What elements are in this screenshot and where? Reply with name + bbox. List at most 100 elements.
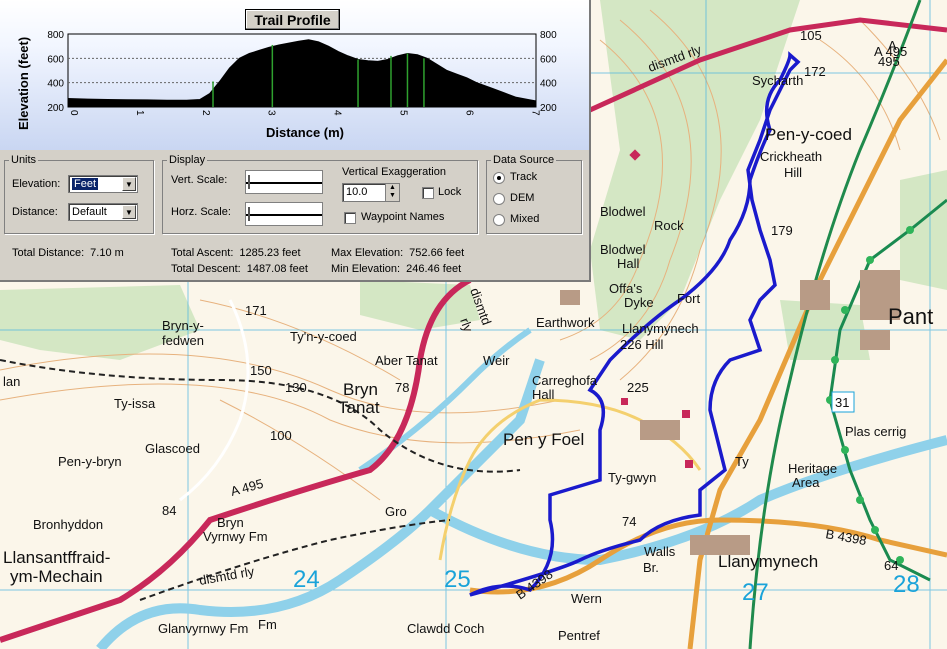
y-tick-label-right: 400 xyxy=(540,79,557,90)
distance-select-value: Default xyxy=(72,206,107,218)
map-label-bryn: Bryn xyxy=(343,380,378,399)
map-label-pentref: Pentref xyxy=(558,628,600,643)
x-tick-label: 7 xyxy=(529,110,540,116)
spinner-icon[interactable]: ▲ ▼ xyxy=(385,184,399,201)
map-label-llansantffraid: Llansantffraid- xyxy=(3,548,110,567)
y-tick-label-right: 600 xyxy=(540,54,557,65)
spot-height-172: 172 xyxy=(804,64,826,79)
chevron-down-icon[interactable]: ▼ xyxy=(122,177,136,191)
max-elevation: Max Elevation: 752.66 feet xyxy=(331,247,465,259)
total-distance: Total Distance: 7.10 m xyxy=(12,247,124,259)
lock-checkbox[interactable] xyxy=(422,187,434,199)
lock-label: Lock xyxy=(438,186,462,198)
elevation-profile: Trail Profile Elevation (feet) Distance … xyxy=(0,0,589,150)
elevation-label: Elevation: xyxy=(12,178,61,190)
map-label-fedwen: fedwen xyxy=(162,333,204,348)
map-label-carreghofa: Carreghofa xyxy=(532,373,598,388)
map-label-fort: Fort xyxy=(677,291,701,306)
map-label-bryn-2: Bryn xyxy=(217,515,244,530)
vertical-exaggeration-value: 10.0 xyxy=(346,186,368,198)
y-tick-label: 400 xyxy=(47,79,64,90)
map-label-carreghofa-hall: Hall xyxy=(532,387,555,402)
map-label-ty-issa: Ty-issa xyxy=(114,396,156,411)
map-label-area: Area xyxy=(792,475,820,490)
grid-number-25: 25 xyxy=(444,566,471,593)
map-label-pen-y-bryn: Pen-y-bryn xyxy=(58,454,122,469)
road-number-a: A xyxy=(888,38,897,53)
grid-number-28: 28 xyxy=(893,571,920,598)
slider-thumb[interactable] xyxy=(248,207,250,221)
elevation-select-value: Feet xyxy=(72,178,99,190)
x-tick-label: 6 xyxy=(463,110,474,116)
map-label-wern: Wern xyxy=(571,591,602,606)
y-tick-label: 600 xyxy=(47,54,64,65)
vert-scale-slider[interactable] xyxy=(245,170,323,194)
map-label-bronhyddon: Bronhyddon xyxy=(33,517,103,532)
spot-height-225: 225 xyxy=(627,380,649,395)
map-label-rock: Rock xyxy=(654,218,684,233)
radio-mixed-label: Mixed xyxy=(510,213,540,225)
radio-dem-label: DEM xyxy=(510,192,535,204)
radio-dem[interactable] xyxy=(493,193,505,205)
contour-label-100: 100 xyxy=(270,428,292,443)
total-descent: Total Descent: 1487.08 feet xyxy=(171,263,308,275)
x-tick-label: 4 xyxy=(332,110,343,116)
map-label-fm: Fm xyxy=(258,617,277,632)
radio-track[interactable] xyxy=(493,172,505,184)
map-label-bryn-y: Bryn-y- xyxy=(162,318,204,333)
units-legend: Units xyxy=(11,154,37,166)
vertical-exaggeration-label: Vertical Exaggeration xyxy=(342,166,446,178)
elevation-area xyxy=(67,39,537,108)
distance-select[interactable]: Default ▼ xyxy=(68,203,138,221)
map-label-pen-y-coed: Pen-y-coed xyxy=(765,125,852,144)
chevron-down-icon[interactable]: ▼ xyxy=(122,205,136,219)
map-label-llanymynech-hill: Llanymynech xyxy=(622,321,699,336)
min-elevation: Min Elevation: 246.46 feet xyxy=(331,263,462,275)
spot-height-78: 78 xyxy=(395,380,409,395)
map-label-crickheath: Crickheath xyxy=(760,149,822,164)
contour-label-130: 130 xyxy=(285,380,307,395)
x-tick-label: 0 xyxy=(68,110,79,116)
display-legend: Display xyxy=(169,154,206,166)
vertical-exaggeration-input[interactable]: 10.0 ▲ ▼ xyxy=(342,183,400,202)
map-label-226-hill: 226 Hill xyxy=(620,337,663,352)
map-label-walls: Walls xyxy=(644,544,676,559)
horz-scale-label: Horz. Scale: xyxy=(171,206,231,218)
y-tick-label-right: 800 xyxy=(540,30,557,41)
spot-height-105: 105 xyxy=(800,28,822,43)
map-label-weir: Weir xyxy=(483,353,510,368)
profile-chart: 800 800 600 600 400 400 200 200 0 1 2 3 4 5 6 7 xyxy=(47,30,557,116)
spot-height-74: 74 xyxy=(622,514,636,529)
map-label-clawdd-coch: Clawdd Coch xyxy=(407,621,484,636)
contour-label-150: 150 xyxy=(250,363,272,378)
radio-mixed[interactable] xyxy=(493,214,505,226)
x-tick-label: 1 xyxy=(134,110,145,116)
map-label-lan: lan xyxy=(3,374,20,389)
map-label-heritage: Heritage xyxy=(788,461,837,476)
map-label-hill: Hill xyxy=(784,165,802,180)
road-number-31: 31 xyxy=(835,395,849,410)
waypoint-names-label: Waypoint Names xyxy=(361,211,445,223)
map-label-tanat: Tanat xyxy=(338,398,380,417)
y-tick-label-right: 200 xyxy=(540,103,557,114)
spot-height-179: 179 xyxy=(771,223,793,238)
x-tick-label: 3 xyxy=(266,110,277,116)
map-label-earthwork: Earthwork xyxy=(536,315,595,330)
map-label-ty-gwyn: Ty-gwyn xyxy=(608,470,656,485)
map-label-plas-cerrig: Plas cerrig xyxy=(845,424,906,439)
trail-profile-window[interactable]: Trail Profile Elevation (feet) Distance … xyxy=(0,0,591,282)
map-label-llanymynech: Llanymynech xyxy=(718,552,818,571)
grid-number-24: 24 xyxy=(293,566,320,593)
map-label-ty: Ty xyxy=(735,454,749,469)
road-number-495: 495 xyxy=(878,54,900,69)
map-label-tyn-y-coed: Ty'n-y-coed xyxy=(290,329,357,344)
map-label-glascoed: Glascoed xyxy=(145,441,200,456)
horz-scale-slider[interactable] xyxy=(245,202,323,226)
total-ascent: Total Ascent: 1285.23 feet xyxy=(171,247,301,259)
map-label-aber-tanat: Aber Tanat xyxy=(375,353,438,368)
spot-height-171: 171 xyxy=(245,303,267,318)
waypoint-names-checkbox[interactable] xyxy=(344,212,356,224)
slider-thumb[interactable] xyxy=(248,175,250,189)
map-label-vyrnwy-fm: Vyrnwy Fm xyxy=(203,529,268,544)
elevation-select[interactable]: Feet ▼ xyxy=(68,175,138,193)
